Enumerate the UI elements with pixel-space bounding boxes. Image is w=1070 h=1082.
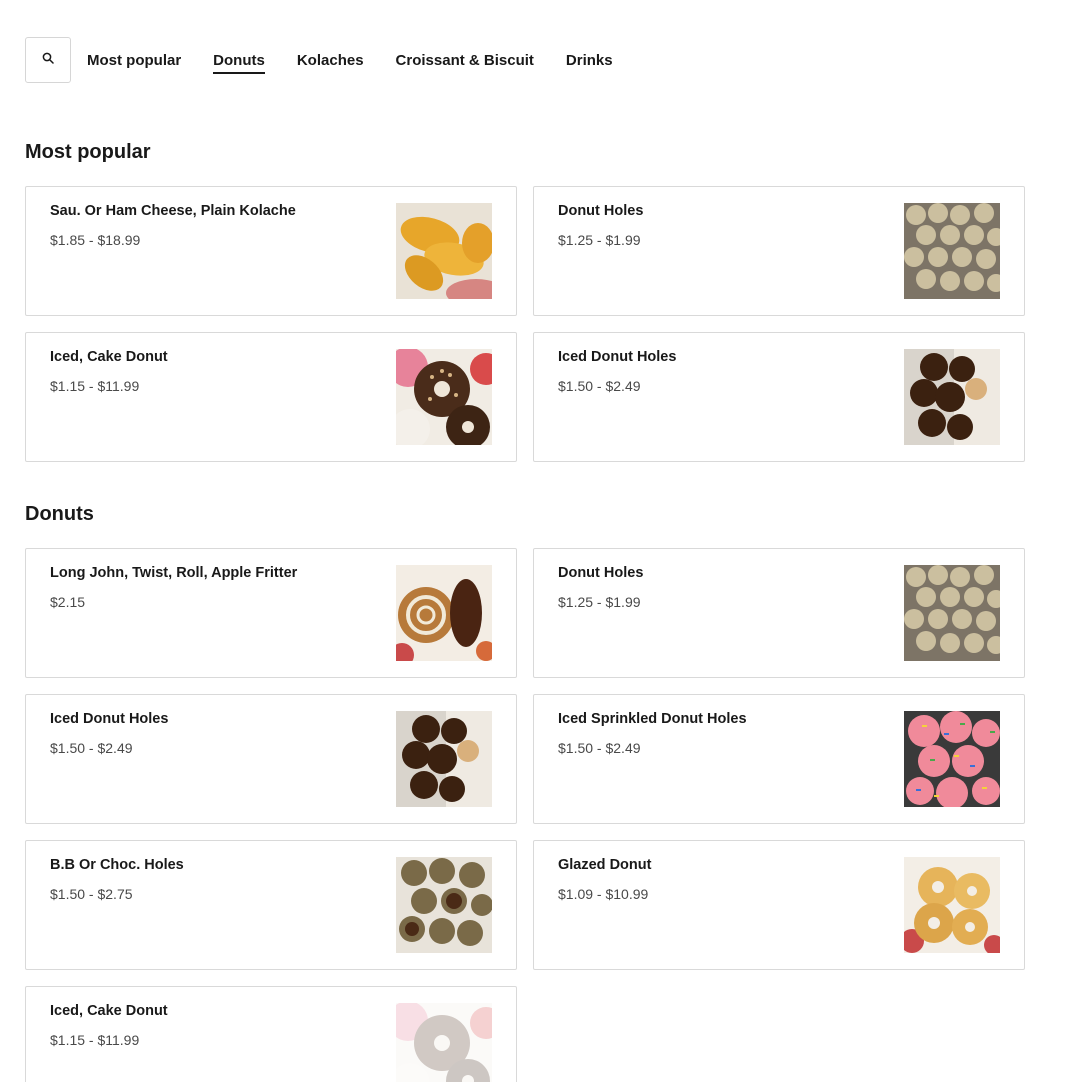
item-price: $1.50 - $2.49 xyxy=(50,740,133,756)
section-title-donuts: Donuts xyxy=(25,503,94,525)
item-price: $1.25 - $1.99 xyxy=(558,594,641,610)
most-popular-grid: Sau. Or Ham Cheese, Plain Kolache $1.85 … xyxy=(25,186,1025,462)
iced-donut-holes-photo xyxy=(396,711,492,807)
item-price: $1.09 - $10.99 xyxy=(558,886,649,902)
menu-item-card[interactable]: B.B Or Choc. Holes $1.50 - $2.75 xyxy=(25,840,517,970)
search-button[interactable] xyxy=(25,37,71,83)
donut-holes-photo xyxy=(904,565,1000,661)
item-price: $1.50 - $2.75 xyxy=(50,886,133,902)
menu-page: Most popular Donuts Kolaches Croissant &… xyxy=(0,0,1070,1082)
long-john-photo xyxy=(396,565,492,661)
item-name: Donut Holes xyxy=(558,203,644,219)
menu-item-card[interactable]: Donut Holes $1.25 - $1.99 xyxy=(533,548,1025,678)
menu-item-card[interactable]: Iced, Cake Donut $1.15 - $11.99 xyxy=(25,332,517,462)
menu-item-card[interactable]: Donut Holes $1.25 - $1.99 xyxy=(533,186,1025,316)
item-name: Long John, Twist, Roll, Apple Fritter xyxy=(50,565,298,581)
menu-item-card[interactable]: Long John, Twist, Roll, Apple Fritter $2… xyxy=(25,548,517,678)
menu-item-card[interactable]: Glazed Donut $1.09 - $10.99 xyxy=(533,840,1025,970)
tab-croissant-biscuit[interactable]: Croissant & Biscuit xyxy=(396,48,534,73)
cake-donut-photo xyxy=(396,1003,492,1082)
bb-choc-holes-photo xyxy=(396,857,492,953)
item-price: $1.50 - $2.49 xyxy=(558,740,641,756)
item-name: Iced Donut Holes xyxy=(558,349,677,365)
item-price: $1.85 - $18.99 xyxy=(50,232,141,248)
category-tabs: Most popular Donuts Kolaches Croissant &… xyxy=(87,48,645,74)
item-price: $1.25 - $1.99 xyxy=(558,232,641,248)
glazed-donut-photo xyxy=(904,857,1000,953)
item-name: Iced, Cake Donut xyxy=(50,349,168,365)
search-icon xyxy=(42,51,54,69)
cake-donut-photo xyxy=(396,349,492,445)
tab-kolaches[interactable]: Kolaches xyxy=(297,48,364,73)
tab-donuts[interactable]: Donuts xyxy=(213,48,265,74)
donuts-grid: Long John, Twist, Roll, Apple Fritter $2… xyxy=(25,548,1025,1082)
tab-drinks[interactable]: Drinks xyxy=(566,48,613,73)
item-name: Iced Donut Holes xyxy=(50,711,169,727)
kolache-photo xyxy=(396,203,492,299)
iced-donut-holes-photo xyxy=(904,349,1000,445)
section-title-most-popular: Most popular xyxy=(25,141,151,163)
item-name: B.B Or Choc. Holes xyxy=(50,857,184,873)
menu-item-card[interactable]: Iced, Cake Donut $1.15 - $11.99 xyxy=(25,986,517,1082)
item-name: Iced, Cake Donut xyxy=(50,1003,168,1019)
category-nav: Most popular Donuts Kolaches Croissant &… xyxy=(25,36,645,84)
item-name: Sau. Or Ham Cheese, Plain Kolache xyxy=(50,203,296,219)
item-price: $1.50 - $2.49 xyxy=(558,378,641,394)
menu-item-card[interactable]: Iced Donut Holes $1.50 - $2.49 xyxy=(533,332,1025,462)
item-price: $1.15 - $11.99 xyxy=(50,378,140,394)
item-price: $2.15 xyxy=(50,594,86,610)
item-name: Donut Holes xyxy=(558,565,644,581)
menu-item-card[interactable]: Iced Sprinkled Donut Holes $1.50 - $2.49 xyxy=(533,694,1025,824)
sprinkled-donut-holes-photo xyxy=(904,711,1000,807)
item-price: $1.15 - $11.99 xyxy=(50,1032,140,1048)
item-name: Glazed Donut xyxy=(558,857,652,873)
tab-most-popular[interactable]: Most popular xyxy=(87,48,181,73)
menu-item-card[interactable]: Sau. Or Ham Cheese, Plain Kolache $1.85 … xyxy=(25,186,517,316)
donut-holes-photo xyxy=(904,203,1000,299)
item-name: Iced Sprinkled Donut Holes xyxy=(558,711,747,727)
menu-item-card[interactable]: Iced Donut Holes $1.50 - $2.49 xyxy=(25,694,517,824)
